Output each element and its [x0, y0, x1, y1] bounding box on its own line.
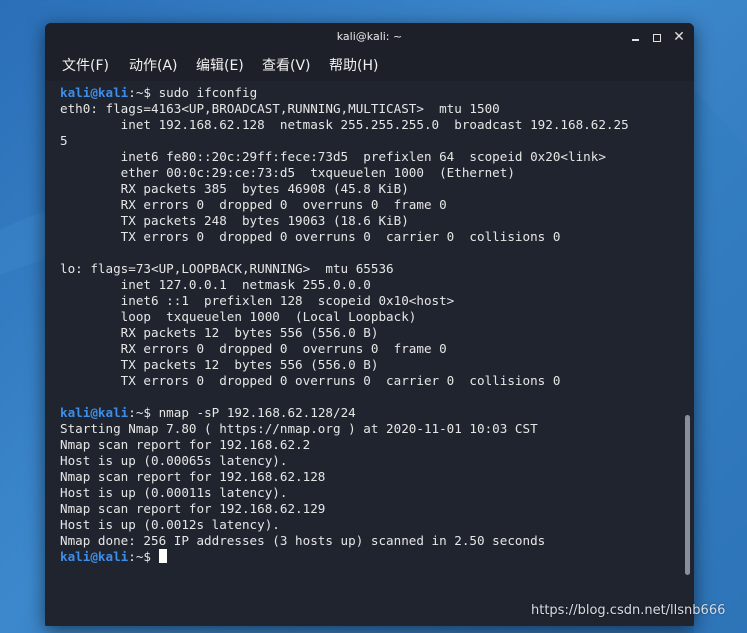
output-line: Nmap scan report for 192.168.62.2 — [60, 437, 311, 452]
output-line: inet6 fe80::20c:29ff:fece:73d5 prefixlen… — [60, 149, 606, 164]
output-line: RX packets 385 bytes 46908 (45.8 KiB) — [60, 181, 409, 196]
output-line: Nmap scan report for 192.168.62.129 — [60, 501, 326, 516]
prompt-line: kali@kali:~$ nmap -sP 192.168.62.128/24 — [60, 405, 629, 421]
output-line: loop txqueuelen 1000 (Local Loopback) — [60, 309, 417, 324]
terminal-output[interactable]: kali@kali:~$ sudo ifconfig eth0: flags=41… — [45, 81, 680, 626]
scrollbar[interactable] — [680, 81, 694, 626]
output-line: TX errors 0 dropped 0 overruns 0 carrier… — [60, 229, 561, 244]
output-line: lo: flags=73<UP,LOOPBACK,RUNNING> mtu 65… — [60, 261, 394, 276]
minimize-icon[interactable] — [627, 29, 643, 45]
output-line: eth0: flags=4163<UP,BROADCAST,RUNNING,MU… — [60, 101, 500, 116]
prompt-line: kali@kali:~$ sudo ifconfig — [60, 85, 629, 101]
prompt-line: kali@kali:~$ — [60, 549, 629, 565]
menu-view[interactable]: 查看(V) — [262, 51, 311, 81]
output-line: inet 192.168.62.128 netmask 255.255.255.… — [60, 117, 629, 132]
output-line: ether 00:0c:29:ce:73:d5 txqueuelen 1000 … — [60, 165, 515, 180]
prompt-path: :~$ — [128, 405, 159, 420]
menu-edit[interactable]: 编辑(E) — [196, 51, 244, 81]
window-title: kali@kali: ~ — [336, 30, 403, 43]
prompt-user: kali@kali — [60, 549, 129, 564]
menu-help[interactable]: 帮助(H) — [329, 51, 378, 81]
output-line: 5 — [60, 133, 68, 148]
menu-bar: 文件(F) 动作(A) 编辑(E) 查看(V) 帮助(H) — [45, 51, 694, 81]
output-line: RX errors 0 dropped 0 overruns 0 frame 0 — [60, 197, 447, 212]
prompt-user: kali@kali — [60, 85, 129, 100]
text-cursor — [158, 549, 167, 563]
output-line: inet6 ::1 prefixlen 128 scopeid 0x10<hos… — [60, 293, 455, 308]
close-icon[interactable]: ✕ — [671, 29, 687, 45]
menu-action[interactable]: 动作(A) — [129, 51, 178, 81]
output-line: RX errors 0 dropped 0 overruns 0 frame 0 — [60, 341, 447, 356]
output-line: Starting Nmap 7.80 ( https://nmap.org ) … — [60, 421, 538, 436]
command-text: nmap -sP 192.168.62.128/24 — [158, 405, 356, 420]
menu-file[interactable]: 文件(F) — [62, 51, 109, 81]
output-line: TX packets 248 bytes 19063 (18.6 KiB) — [60, 213, 409, 228]
output-line: Host is up (0.00011s latency). — [60, 485, 288, 500]
title-bar[interactable]: kali@kali: ~ ✕ — [45, 23, 694, 51]
prompt-user: kali@kali — [60, 405, 129, 420]
output-line: TX errors 0 dropped 0 overruns 0 carrier… — [60, 373, 561, 388]
prompt-path: :~$ — [128, 85, 159, 100]
output-line: RX packets 12 bytes 556 (556.0 B) — [60, 325, 379, 340]
output-line: inet 127.0.0.1 netmask 255.0.0.0 — [60, 277, 371, 292]
terminal-lines: kali@kali:~$ sudo ifconfig eth0: flags=41… — [60, 85, 629, 565]
maximize-icon[interactable] — [649, 29, 665, 45]
output-line: Nmap scan report for 192.168.62.128 — [60, 469, 326, 484]
output-line: TX packets 12 bytes 556 (556.0 B) — [60, 357, 379, 372]
prompt-path: :~$ — [128, 549, 159, 564]
watermark: https://blog.csdn.net/llsnb666 — [531, 603, 726, 618]
output-line: Nmap done: 256 IP addresses (3 hosts up)… — [60, 533, 546, 548]
scrollbar-thumb[interactable] — [685, 415, 690, 575]
terminal-window[interactable]: kali@kali: ~ ✕ 文件(F) 动作(A) 编辑(E) 查看(V) 帮… — [45, 23, 694, 626]
output-line: Host is up (0.0012s latency). — [60, 517, 280, 532]
command-text: sudo ifconfig — [158, 85, 258, 100]
output-line: Host is up (0.00065s latency). — [60, 453, 288, 468]
